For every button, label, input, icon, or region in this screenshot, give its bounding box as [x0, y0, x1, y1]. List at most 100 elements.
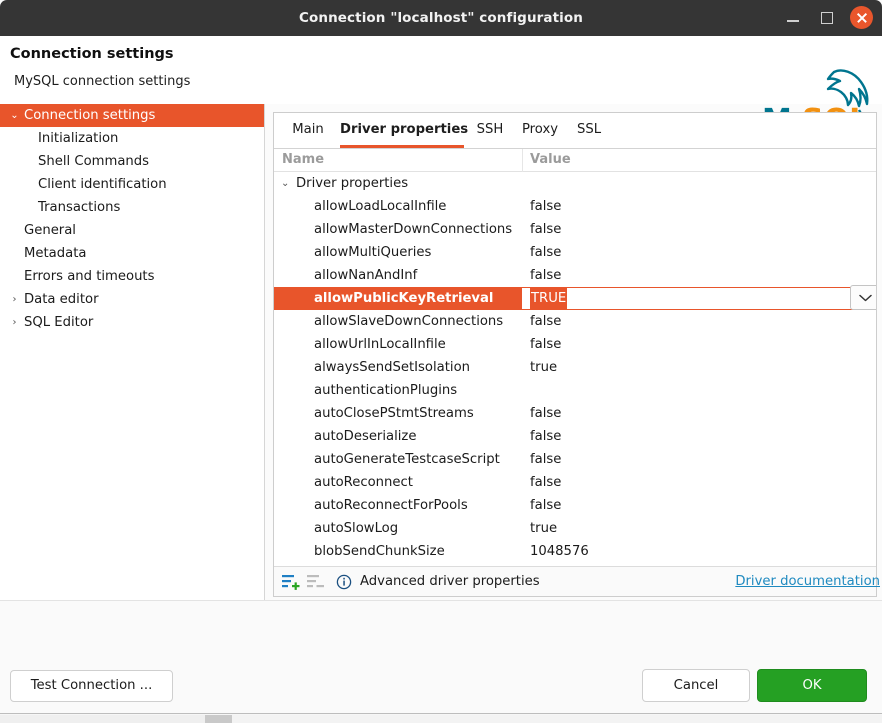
property-name: allowMultiQueries	[314, 245, 432, 260]
sidebar-item-label: Errors and timeouts	[24, 269, 155, 284]
driver-properties-panel: Main Driver properties SSH Proxy SSL Name Va…	[273, 112, 880, 597]
property-value: 1048576	[530, 544, 589, 559]
property-name: allowMasterDownConnections	[314, 222, 513, 237]
property-value: false	[530, 475, 562, 490]
table-row[interactable]: autoGenerateTestcaseScript false	[274, 448, 876, 471]
table-row[interactable]: authenticationPlugins	[274, 379, 876, 402]
chevron-right-icon[interactable]: ›	[8, 311, 21, 334]
table-row[interactable]: allowLoadLocalInfile false	[274, 195, 876, 218]
sidebar-item-transactions[interactable]: Transactions	[0, 196, 264, 219]
sidebar-item-initialization[interactable]: Initialization	[0, 127, 264, 150]
table-row[interactable]: blobSendChunkSize 1048576	[274, 540, 876, 563]
chevron-right-icon[interactable]: ›	[8, 288, 21, 311]
title-bar: Connection "localhost" configuration	[0, 0, 882, 36]
property-name: allowNanAndInf	[314, 268, 418, 283]
property-value: false	[530, 222, 562, 237]
sidebar-item-shell-commands[interactable]: Shell Commands	[0, 150, 264, 173]
property-name: Driver properties	[296, 176, 409, 191]
grid-header: Name Value	[274, 149, 876, 172]
sidebar-item-general[interactable]: General	[0, 219, 264, 242]
property-name: autoDeserialize	[314, 429, 417, 444]
property-name: autoReconnect	[314, 475, 413, 490]
property-name: blobSendChunkSize	[314, 544, 445, 559]
sidebar-item-sql-editor[interactable]: › SQL Editor	[0, 311, 264, 334]
property-value: false	[530, 337, 562, 352]
table-row[interactable]: allowSlaveDownConnections false	[274, 310, 876, 333]
value-dropdown-button[interactable]	[850, 285, 876, 310]
property-name: autoGenerateTestcaseScript	[314, 452, 500, 467]
property-name: autoReconnectForPools	[314, 498, 468, 513]
sidebar-item-data-editor[interactable]: › Data editor	[0, 288, 264, 311]
chevron-down-icon[interactable]: ⌄	[8, 104, 21, 127]
tab-ssl[interactable]: SSL	[572, 113, 606, 148]
table-row[interactable]: allowUrlInLocalInfile false	[274, 333, 876, 356]
table-row[interactable]: allowPublicKeyRetrieval TRUE	[274, 285, 876, 310]
property-value: true	[530, 360, 558, 375]
tab-ssh[interactable]: SSH	[472, 113, 508, 148]
property-value: false	[530, 268, 562, 283]
table-row[interactable]: allowMasterDownConnections false	[274, 218, 876, 241]
property-name: autoSlowLog	[314, 521, 399, 536]
sidebar-item-errors-and-timeouts[interactable]: Errors and timeouts	[0, 265, 264, 288]
tab-driver-properties[interactable]: Driver properties	[340, 113, 468, 148]
settings-sidebar[interactable]: ⌄ Connection settings Initialization Shell …	[0, 104, 265, 600]
property-name: authenticationPlugins	[314, 383, 458, 398]
tab-bar[interactable]: Main Driver properties SSH Proxy SSL	[274, 113, 876, 149]
info-icon	[336, 574, 352, 590]
chevron-down-icon[interactable]: ⌄	[281, 172, 289, 195]
property-name: allowUrlInLocalInfile	[314, 337, 446, 352]
column-header-value[interactable]: Value	[530, 149, 571, 171]
table-row[interactable]: autoDeserialize false	[274, 425, 876, 448]
sidebar-item-metadata[interactable]: Metadata	[0, 242, 264, 265]
sidebar-item-label: Client identification	[38, 177, 167, 192]
window-title: Connection "localhost" configuration	[298, 10, 583, 26]
sidebar-item-label: SQL Editor	[24, 315, 94, 330]
table-row[interactable]: autoReconnect false	[274, 471, 876, 494]
minimize-button[interactable]	[783, 8, 803, 28]
property-value: false	[530, 498, 562, 513]
cancel-button[interactable]: Cancel	[642, 669, 750, 702]
page-subtitle: MySQL connection settings	[14, 74, 191, 89]
tab-proxy[interactable]: Proxy	[516, 113, 564, 148]
property-value: false	[530, 199, 562, 214]
add-property-icon[interactable]	[282, 574, 300, 590]
close-icon[interactable]	[850, 6, 873, 29]
property-value: false	[530, 314, 562, 329]
property-name: autoClosePStmtStreams	[314, 406, 474, 421]
table-row[interactable]: allowNanAndInf false	[274, 264, 876, 287]
table-row[interactable]: alwaysSendSetIsolation true	[274, 356, 876, 379]
property-value: true	[530, 521, 558, 536]
grid-group-row[interactable]: ⌄ Driver properties	[274, 172, 876, 195]
page-title: Connection settings	[10, 46, 174, 62]
column-separator[interactable]	[522, 149, 523, 172]
dialog-header: Connection settings MySQL connection set…	[0, 36, 882, 138]
driver-documentation-link[interactable]: Driver documentation	[735, 567, 880, 596]
table-row[interactable]: autoSlowLog true	[274, 517, 876, 540]
properties-grid[interactable]: ⌄ Driver properties allowLoadLocalInfile fa…	[274, 172, 876, 568]
table-row[interactable]: allowMultiQueries false	[274, 241, 876, 264]
property-value: false	[530, 452, 562, 467]
property-value: false	[530, 406, 562, 421]
property-value: false	[530, 245, 562, 260]
grid-footer-toolbar: Advanced driver properties Driver docume…	[274, 566, 880, 596]
maximize-button[interactable]	[817, 8, 837, 28]
property-name: alwaysSendSetIsolation	[314, 360, 470, 375]
table-row[interactable]: autoClosePStmtStreams false	[274, 402, 876, 425]
sidebar-item-label: Transactions	[38, 200, 121, 215]
sidebar-item-client-identification[interactable]: Client identification	[0, 173, 264, 196]
property-name: allowSlaveDownConnections	[314, 314, 504, 329]
test-connection-button[interactable]: Test Connection ...	[10, 670, 173, 702]
connection-configuration-window: Connection "localhost" configuration Con…	[0, 0, 882, 723]
sidebar-item-connection-settings[interactable]: ⌄ Connection settings	[0, 104, 264, 127]
tab-main[interactable]: Main	[284, 113, 332, 148]
advanced-driver-properties-label: Advanced driver properties	[360, 574, 540, 589]
chevron-down-icon	[859, 294, 872, 302]
ok-button[interactable]: OK	[757, 669, 867, 702]
property-name: allowLoadLocalInfile	[314, 199, 447, 214]
table-row[interactable]: autoReconnectForPools false	[274, 494, 876, 517]
property-value-input[interactable]: TRUE	[530, 288, 568, 309]
column-header-name[interactable]: Name	[282, 149, 324, 171]
sidebar-item-label: General	[24, 223, 76, 238]
remove-property-icon	[307, 574, 325, 590]
sidebar-item-label: Connection settings	[24, 108, 156, 123]
